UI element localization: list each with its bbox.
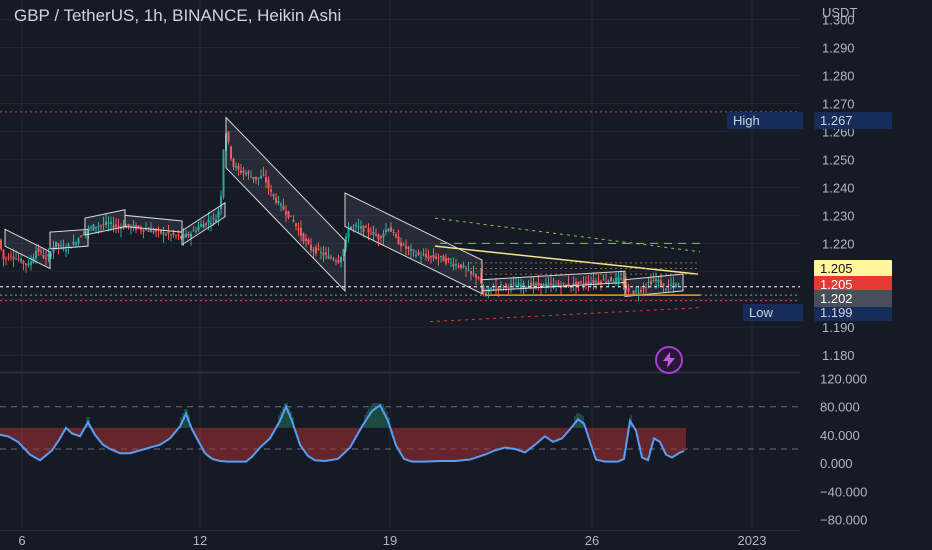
candle-body: [175, 235, 177, 237]
candle-body: [177, 234, 180, 236]
x-tick-label: 6: [18, 533, 25, 548]
low-label: Low: [743, 304, 803, 321]
price-chart[interactable]: USDT1.1801.1901.2201.2301.2401.2501.2601…: [0, 0, 932, 550]
y-tick-label: 1.250: [822, 152, 855, 167]
candle-body: [17, 258, 20, 260]
price-channel: [49, 228, 89, 250]
yellow-price-badge: 1.205: [814, 260, 892, 277]
candle-body: [30, 261, 32, 265]
candle-body: [7, 257, 10, 259]
candle-body: [0, 239, 2, 250]
candle-body: [142, 229, 145, 232]
x-tick-label: 26: [585, 533, 599, 548]
candle-body: [152, 230, 155, 233]
candle-body: [170, 234, 172, 236]
y-tick-label: 1.230: [822, 208, 855, 223]
osc-tick-label: −40.000: [820, 484, 867, 499]
high-value-badge: 1.267: [814, 112, 892, 129]
flash-button[interactable]: [655, 346, 683, 374]
candle-body: [2, 249, 5, 260]
lower-dashed-trendline: [429, 307, 701, 323]
chart-title: GBP / TetherUS, 1h, BINANCE, Heikin Ashi: [14, 6, 342, 25]
candle-body: [65, 249, 67, 252]
gray-price-badge: 1.202: [814, 290, 892, 307]
oscillator-pane: [0, 403, 800, 463]
high-label: High: [727, 112, 803, 129]
osc-tick-label: 40.000: [820, 428, 860, 443]
candle-body: [150, 229, 152, 233]
candle-body: [160, 230, 162, 234]
price-channel: [225, 116, 346, 293]
candle-body: [145, 229, 147, 231]
candle-body: [12, 256, 15, 259]
candle-body: [10, 255, 12, 257]
x-tick-label: 12: [193, 533, 207, 548]
candle-body: [140, 228, 142, 231]
y-tick-label: 1.290: [822, 41, 855, 56]
candle-body: [22, 261, 25, 264]
y-tick-label: 1.190: [822, 320, 855, 335]
y-tick-label: 1.300: [822, 13, 855, 28]
candle-body: [347, 229, 350, 239]
candle-body: [167, 231, 170, 234]
y-tick-label: 1.220: [822, 236, 855, 251]
osc-tick-label: −80.000: [820, 512, 867, 527]
price-channel: [624, 273, 684, 298]
x-tick-label: 19: [383, 533, 397, 548]
price-channel: [4, 228, 51, 270]
candle-body: [147, 230, 150, 232]
candle-body: [222, 150, 225, 197]
candle-body: [27, 263, 30, 266]
y-tick-label: 1.280: [822, 69, 855, 84]
lightning-bolt-icon: [663, 352, 675, 368]
osc-tick-label: 0.000: [820, 456, 853, 471]
candle-body: [25, 263, 27, 266]
candle-body: [165, 234, 167, 236]
time-axis: 6 12 19 26 2023: [18, 533, 766, 548]
y-tick-label: 1.270: [822, 96, 855, 111]
y-tick-label: 1.240: [822, 180, 855, 195]
osc-tick-label: 80.000: [820, 400, 860, 415]
upper-dashed-trendline: [434, 217, 701, 253]
drawing-overlays: [0, 111, 800, 323]
candle-body: [5, 258, 7, 260]
x-tick-label: 2023: [738, 533, 767, 548]
y-tick-label: 1.180: [822, 348, 855, 363]
candle-body: [162, 232, 165, 235]
candle-body: [20, 258, 22, 262]
candle-body: [172, 232, 175, 236]
osc-tick-label: 120.000: [820, 372, 867, 387]
candle-body: [15, 258, 17, 260]
